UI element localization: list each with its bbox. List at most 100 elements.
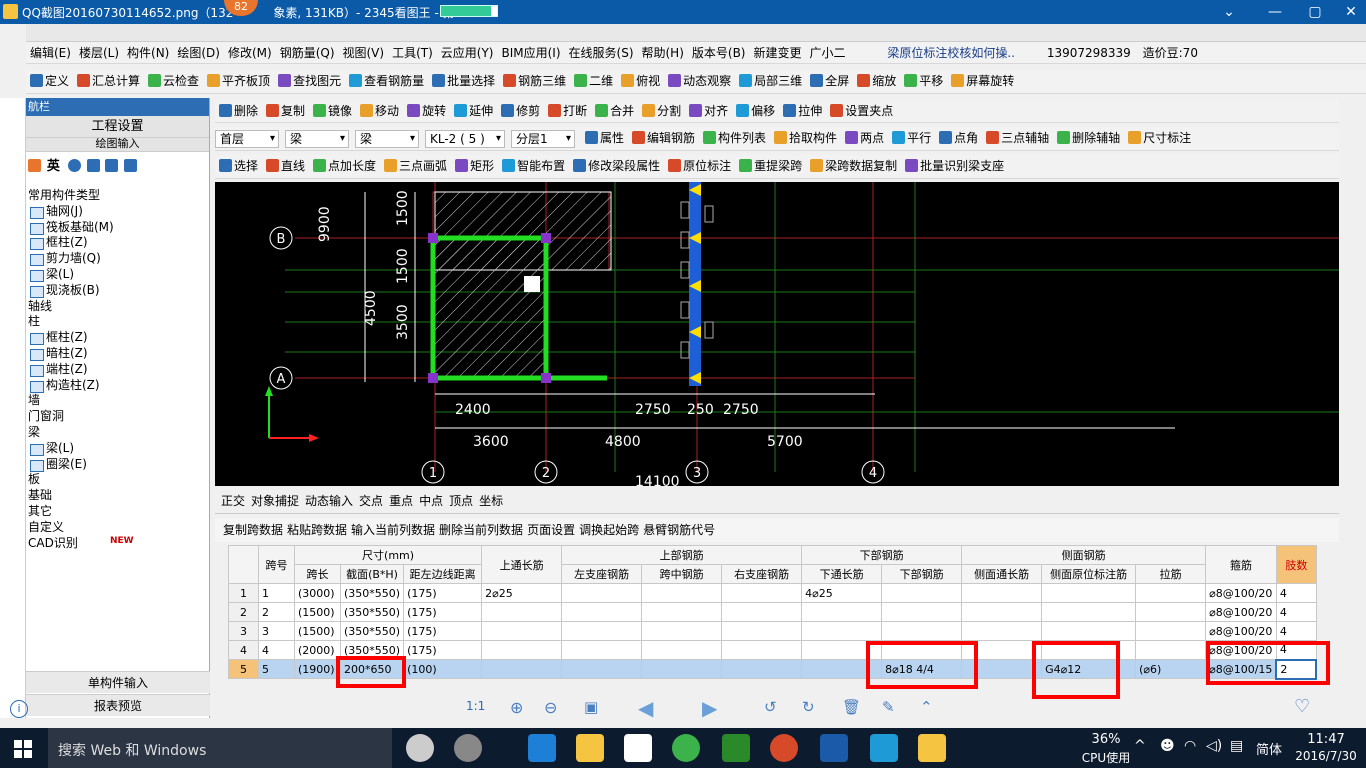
toolbar-draw-item-5[interactable]: 智能布置 bbox=[498, 155, 569, 177]
wrench-icon[interactable] bbox=[124, 159, 138, 172]
tree-item[interactable]: 筏板基础(M) bbox=[28, 220, 208, 236]
toolbar-draw-item-6[interactable]: 修改梁段属性 bbox=[569, 155, 664, 177]
cell-empty[interactable] bbox=[641, 640, 723, 660]
tree-category[interactable]: 常用构件类型 bbox=[28, 188, 208, 204]
toolbar-component-item-9[interactable]: 尺寸标注 bbox=[1124, 127, 1195, 149]
toolbar-component-item-8[interactable]: 删除辅轴 bbox=[1053, 127, 1124, 149]
tree-item[interactable]: 梁(L) bbox=[28, 267, 208, 283]
toolbar-edit-item-9[interactable]: 分割 bbox=[638, 100, 685, 122]
tree-item[interactable]: 框柱(Z) bbox=[28, 330, 208, 346]
tree-category[interactable]: 其它 bbox=[28, 504, 208, 520]
toolbar-main-item-13[interactable]: 缩放 bbox=[853, 70, 900, 92]
grid-tool-1[interactable]: 粘贴跨数据 bbox=[287, 523, 347, 537]
toolbar-main-item-9[interactable]: 俯视 bbox=[617, 70, 664, 92]
taskbar-search[interactable]: 搜索 Web 和 Windows bbox=[48, 728, 392, 768]
snap-item-1[interactable]: 对象捕捉 bbox=[251, 494, 299, 508]
cell-tie[interactable] bbox=[1135, 621, 1207, 641]
toolbar-main-item-11[interactable]: 局部三维 bbox=[735, 70, 806, 92]
image-viewer-icon[interactable] bbox=[918, 734, 946, 762]
toolbar-edit-item-6[interactable]: 修剪 bbox=[497, 100, 544, 122]
cell-empty[interactable] bbox=[561, 583, 643, 603]
toolbar-edit-item-2[interactable]: 镜像 bbox=[309, 100, 356, 122]
toolbar-component-item-5[interactable]: 平行 bbox=[888, 127, 935, 149]
toolbar-edit-item-8[interactable]: 合并 bbox=[591, 100, 638, 122]
cell-legs[interactable]: 4 bbox=[1275, 602, 1317, 622]
keyboard-icon[interactable] bbox=[86, 159, 100, 172]
snap-item-5[interactable]: 中点 bbox=[419, 494, 443, 508]
cell-empty[interactable] bbox=[561, 659, 643, 679]
grid-tool-5[interactable]: 调换起始跨 bbox=[579, 523, 639, 537]
toolbar-main-item-15[interactable]: 屏幕旋转 bbox=[947, 70, 1018, 92]
single-input-button[interactable]: 单构件输入 bbox=[26, 671, 210, 693]
cell-dist[interactable]: (175) bbox=[403, 583, 483, 603]
cell-span[interactable]: 5 bbox=[258, 659, 295, 679]
cell-len[interactable]: (1500) bbox=[294, 602, 341, 622]
cell-empty[interactable] bbox=[641, 602, 723, 622]
cell-len[interactable]: (1900) bbox=[294, 659, 341, 679]
close-button[interactable]: ✕ bbox=[1334, 2, 1366, 22]
cell-empty[interactable] bbox=[561, 640, 643, 660]
cell-bl[interactable] bbox=[801, 602, 883, 622]
toolbar-component-item-0[interactable]: 属性 bbox=[581, 127, 628, 149]
toolbar-draw-item-2[interactable]: 点加长度 bbox=[309, 155, 380, 177]
toolbar-draw-item-0[interactable]: 选择 bbox=[215, 155, 262, 177]
tree-item[interactable]: 暗柱(Z) bbox=[28, 346, 208, 362]
toolbar-component-item-2[interactable]: 构件列表 bbox=[699, 127, 770, 149]
tree-category[interactable]: 梁 bbox=[28, 425, 208, 441]
cell-stir[interactable]: ⌀8@100/20 bbox=[1205, 602, 1277, 622]
toolbar-main-item-0[interactable]: 定义 bbox=[26, 70, 73, 92]
cell-empty[interactable] bbox=[721, 621, 803, 641]
report-preview-button[interactable]: 报表预览 bbox=[26, 694, 210, 716]
cell-tie[interactable] bbox=[1135, 583, 1207, 603]
clock-time[interactable]: 11:47 bbox=[1296, 732, 1356, 747]
menu-item-5[interactable]: 钢筋量(Q) bbox=[276, 42, 339, 63]
tree-category[interactable]: 柱 bbox=[28, 314, 208, 330]
cell-len[interactable]: (2000) bbox=[294, 640, 341, 660]
drawing-input-button[interactable]: 绘图输入 bbox=[26, 138, 209, 152]
tree-item[interactable]: 框柱(Z) bbox=[28, 235, 208, 251]
menu-item-0[interactable]: 编辑(E) bbox=[26, 42, 75, 63]
toolbar-edit-item-0[interactable]: 删除 bbox=[215, 100, 262, 122]
cell-sidep[interactable] bbox=[1041, 602, 1137, 622]
info-icon[interactable]: i bbox=[10, 700, 28, 718]
cell-empty[interactable] bbox=[961, 621, 1043, 641]
grid-tool-6[interactable]: 悬臂钢筋代号 bbox=[643, 523, 715, 537]
edit-icon[interactable]: ✎ bbox=[882, 698, 895, 716]
cell-n[interactable]: 3 bbox=[228, 621, 259, 641]
cell-sidep[interactable] bbox=[1041, 583, 1137, 603]
toolbar-component-item-3[interactable]: 拾取构件 bbox=[770, 127, 841, 149]
table-row[interactable]: 1 1 (3000) (350*550) (175) 2⌀25 4⌀25 ⌀8@100/20 4 bbox=[228, 583, 1317, 603]
toolbar-component-item-4[interactable]: 两点 bbox=[841, 127, 888, 149]
menu-item-4[interactable]: 修改(M) bbox=[224, 42, 276, 63]
cell-dist[interactable]: (175) bbox=[403, 640, 483, 660]
moon-icon[interactable] bbox=[67, 159, 81, 172]
toolbar-draw-item-3[interactable]: 三点画弧 bbox=[380, 155, 451, 177]
cell-empty[interactable] bbox=[721, 583, 803, 603]
rotate-left-icon[interactable]: ↺ bbox=[764, 698, 777, 716]
toolbar-draw-item-8[interactable]: 重提梁跨 bbox=[735, 155, 806, 177]
floor-combo-0[interactable]: 首层 bbox=[215, 129, 279, 148]
cell-topl[interactable]: 2⌀25 bbox=[481, 583, 563, 603]
store-icon[interactable] bbox=[624, 734, 652, 762]
snap-item-0[interactable]: 正交 bbox=[221, 494, 245, 508]
toolbar-draw-item-9[interactable]: 梁跨数据复制 bbox=[806, 155, 901, 177]
cell-sidep[interactable] bbox=[1041, 621, 1137, 641]
snap-item-7[interactable]: 坐标 bbox=[479, 494, 503, 508]
cell-sec[interactable]: (350*550) bbox=[339, 602, 405, 622]
video-app-icon[interactable] bbox=[722, 734, 750, 762]
tree-item[interactable]: 构造柱(Z) bbox=[28, 378, 208, 394]
cell-sec[interactable]: (350*550) bbox=[339, 621, 405, 641]
tree-item[interactable]: 梁(L) bbox=[28, 441, 208, 457]
toolbar-edit-item-10[interactable]: 对齐 bbox=[685, 100, 732, 122]
cell-empty[interactable] bbox=[561, 621, 643, 641]
cell-span[interactable]: 4 bbox=[258, 640, 295, 660]
next-image-icon[interactable]: ▶ bbox=[702, 696, 717, 720]
toolbar-main-item-12[interactable]: 全屏 bbox=[806, 70, 853, 92]
ime-mode-icon[interactable]: 英 bbox=[47, 159, 60, 174]
person-icon[interactable]: ☻ bbox=[1160, 738, 1175, 754]
cell-span[interactable]: 1 bbox=[258, 583, 295, 603]
tree-category[interactable]: 墙 bbox=[28, 393, 208, 409]
shirt-icon[interactable] bbox=[105, 159, 119, 172]
toolbar-edit-item-7[interactable]: 打断 bbox=[544, 100, 591, 122]
snap-item-2[interactable]: 动态输入 bbox=[305, 494, 353, 508]
